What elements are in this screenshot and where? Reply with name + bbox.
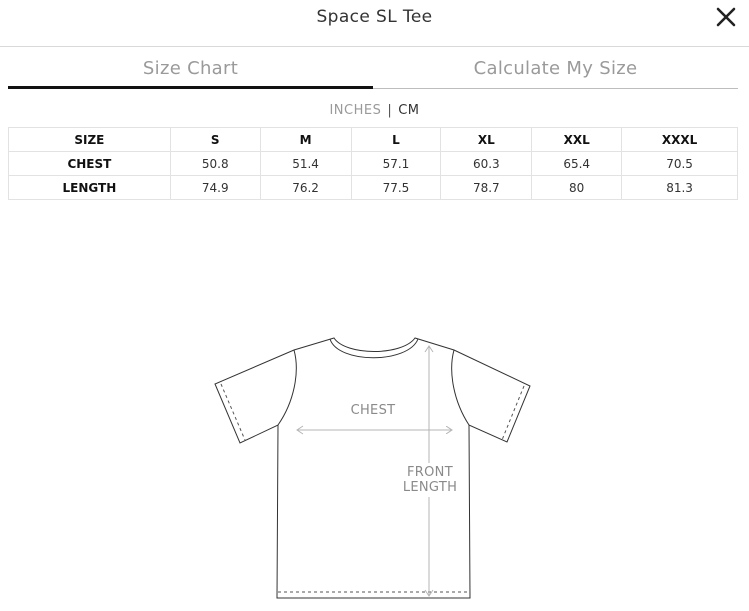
table-cell: 81.3	[621, 175, 738, 200]
table-row: CHEST 50.8 51.4 57.1 60.3 65.4 70.5	[8, 151, 738, 176]
table-cell: 50.8	[169, 151, 261, 176]
chest-label: CHEST	[350, 403, 396, 418]
column-header: L	[350, 127, 442, 152]
unit-toggle: INCHES | CM	[0, 103, 749, 118]
tshirt-diagram	[214, 337, 531, 599]
tab-size-chart[interactable]: Size Chart	[8, 58, 373, 89]
table-cell: 65.4	[531, 151, 623, 176]
unit-cm-option[interactable]: CM	[398, 103, 419, 118]
column-header: SIZE	[8, 127, 171, 152]
front-length-label: FRONT LENGTH	[396, 465, 464, 495]
front-length-label-line2: LENGTH	[402, 480, 458, 495]
product-title: Space SL Tee	[316, 7, 433, 27]
modal-header: Space SL Tee	[0, 0, 749, 47]
column-header: S	[169, 127, 261, 152]
table-cell: 78.7	[440, 175, 533, 200]
table-cell: 70.5	[621, 151, 738, 176]
column-header: M	[259, 127, 352, 152]
column-header: XXXL	[621, 127, 738, 152]
column-header: XL	[440, 127, 533, 152]
tab-calculate-my-size[interactable]: Calculate My Size	[373, 58, 738, 89]
table-cell: 51.4	[259, 151, 352, 176]
row-label: CHEST	[8, 151, 171, 176]
table-cell: 60.3	[440, 151, 533, 176]
table-row: LENGTH 74.9 76.2 77.5 78.7 80 81.3	[8, 175, 738, 200]
table-cell: 74.9	[169, 175, 261, 200]
row-label: LENGTH	[8, 175, 171, 200]
tshirt-outline	[214, 337, 531, 599]
close-icon	[716, 7, 736, 27]
close-button[interactable]	[715, 6, 737, 28]
size-chart-table: SIZE S M L XL XXL XXXL CHEST 50.8 51.4 5…	[8, 127, 738, 200]
table-cell: 77.5	[350, 175, 442, 200]
table-cell: 80	[531, 175, 623, 200]
front-length-label-line1: FRONT	[407, 465, 453, 480]
unit-inches-option[interactable]: INCHES	[329, 103, 381, 118]
table-cell: 57.1	[350, 151, 442, 176]
table-cell: 76.2	[259, 175, 352, 200]
unit-separator: |	[387, 103, 393, 118]
table-header-row: SIZE S M L XL XXL XXXL	[8, 127, 738, 152]
size-tabs: Size Chart Calculate My Size	[8, 58, 738, 89]
column-header: XXL	[531, 127, 623, 152]
